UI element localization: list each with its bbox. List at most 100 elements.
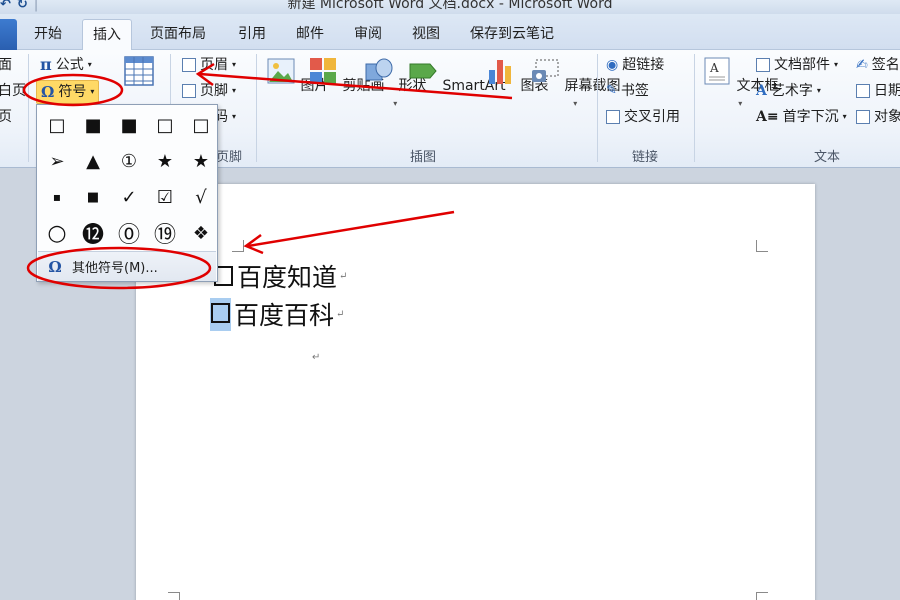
chevron-down-icon: ▾ xyxy=(393,99,398,108)
hyperlink-button[interactable]: ◉ 超链接 xyxy=(606,54,664,76)
tab-references[interactable]: 引用 xyxy=(228,19,276,50)
signature-icon: ✍ xyxy=(856,57,868,73)
group-separator xyxy=(256,54,257,162)
date-time-button[interactable]: 日期 xyxy=(856,80,900,102)
document-page[interactable]: 百度知道 ↵ 百度百科 ↵ ↵ xyxy=(136,184,815,600)
blank-page-partial[interactable]: 白页 xyxy=(0,80,26,102)
tab-insert[interactable]: 插入 xyxy=(82,19,132,51)
formula-label: 公式 xyxy=(55,57,84,73)
paragraph-mark: ↵ xyxy=(336,308,345,320)
ribbon-tab-row: 开始 插入 页面布局 引用 邮件 审阅 视图 保存到云笔记 xyxy=(0,14,900,51)
tab-page-layout[interactable]: 页面布局 xyxy=(140,19,216,50)
links-group-label: 链接 xyxy=(632,150,659,165)
table-icon xyxy=(124,56,154,86)
signature-line-button[interactable]: ✍ 签名 xyxy=(856,54,900,76)
formula-button[interactable]: π 公式 ▾ xyxy=(40,54,92,76)
page-break-partial[interactable]: 页 xyxy=(0,106,12,128)
group-separator xyxy=(28,54,29,162)
symbol-cell[interactable]: ⓪ xyxy=(111,215,147,251)
chart-icon xyxy=(489,60,511,84)
table-button[interactable] xyxy=(124,56,154,94)
chevron-down-icon: ▾ xyxy=(90,87,95,96)
calendar-icon xyxy=(856,84,870,98)
smartart-icon xyxy=(409,63,437,79)
tab-save-to-cloud[interactable]: 保存到云笔记 xyxy=(460,19,564,50)
symbol-cell[interactable]: ▪ xyxy=(39,179,75,215)
tab-mailings[interactable]: 邮件 xyxy=(286,19,334,50)
cross-reference-label: 交叉引用 xyxy=(624,109,680,125)
drop-cap-icon: A≡ xyxy=(756,109,779,125)
paragraph-mark: ↵ xyxy=(312,352,321,363)
drop-cap-button[interactable]: A≡ 首字下沉 ▾ xyxy=(756,106,847,128)
symbol-dropdown: □ ■ ■ □ □ ➢ ▲ ① ★ ★ ▪ ■ ✓ ☑ √ ○ ⓬ ⓪ ⑲ ❖ … xyxy=(36,104,218,282)
quick-parts-label: 文档部件 xyxy=(774,57,830,73)
chevron-down-icon: ▾ xyxy=(232,60,237,69)
symbol-cell[interactable]: ○ xyxy=(39,215,75,251)
quick-parts-button[interactable]: 文档部件 ▾ xyxy=(756,54,838,76)
more-symbols-label: 其他符号(M)... xyxy=(72,261,158,276)
chevron-down-icon: ▾ xyxy=(232,112,237,121)
chevron-down-icon: ▾ xyxy=(232,86,237,95)
chevron-down-icon: ▾ xyxy=(816,86,821,95)
footer-icon xyxy=(182,84,196,98)
tab-view[interactable]: 视图 xyxy=(402,19,450,50)
wordart-icon: A xyxy=(756,83,767,99)
symbol-cell[interactable]: ① xyxy=(111,143,147,179)
cover-page-partial[interactable]: 面 xyxy=(0,54,12,76)
hyperlink-label: 超链接 xyxy=(622,57,665,73)
object-button[interactable]: 对象 xyxy=(856,106,900,128)
symbol-cell[interactable]: ✓ xyxy=(111,179,147,215)
symbol-cell[interactable]: ■ xyxy=(111,107,147,143)
cross-reference-button[interactable]: 交叉引用 xyxy=(606,106,680,128)
signature-label: 签名 xyxy=(871,57,900,73)
checkbox-symbol-selected xyxy=(211,302,230,323)
symbol-cell[interactable]: ❖ xyxy=(183,215,219,251)
object-label: 对象 xyxy=(874,109,900,125)
bookmark-icon: ✎ xyxy=(606,83,617,98)
margin-mark-bottom-right xyxy=(756,592,768,600)
title-bar: ↶ ↻ | 新建 Microsoft Word 文档.docx - Micros… xyxy=(0,0,900,14)
omega-icon: Ω xyxy=(41,83,55,101)
symbol-cell[interactable]: ☑ xyxy=(147,179,183,215)
symbol-cell[interactable]: □ xyxy=(183,107,219,143)
header-icon xyxy=(182,58,196,72)
symbol-cell[interactable]: □ xyxy=(147,107,183,143)
paragraph-mark: ↵ xyxy=(339,270,348,282)
chevron-down-icon: ▾ xyxy=(834,60,839,69)
bookmark-button[interactable]: ✎ 书签 xyxy=(606,80,649,102)
symbol-cell[interactable]: ■ xyxy=(75,107,111,143)
window-title: 新建 Microsoft Word 文档.docx - Microsoft Wo… xyxy=(287,0,613,12)
footer-label: 页脚 xyxy=(200,83,228,99)
wordart-button[interactable]: A 艺术字 ▾ xyxy=(756,80,821,102)
svg-text:A: A xyxy=(709,61,719,75)
bookmark-label: 书签 xyxy=(620,83,649,99)
symbol-cell[interactable]: √ xyxy=(183,179,219,215)
symbol-cell[interactable]: ★ xyxy=(147,143,183,179)
symbol-cell[interactable]: ⑲ xyxy=(147,215,183,251)
document-line-1[interactable]: 百度知道 ↵ xyxy=(214,258,347,294)
footer-button[interactable]: 页脚 ▾ xyxy=(182,80,236,102)
symbol-cell[interactable]: ▲ xyxy=(75,143,111,179)
header-label: 页眉 xyxy=(200,57,228,73)
file-tab[interactable] xyxy=(0,19,17,50)
header-button[interactable]: 页眉 ▾ xyxy=(182,54,236,76)
tab-home[interactable]: 开始 xyxy=(24,19,72,50)
tab-review[interactable]: 审阅 xyxy=(344,19,392,50)
symbol-label: 符号 xyxy=(58,84,87,100)
symbol-cell[interactable]: ⓬ xyxy=(75,215,111,251)
symbol-cell[interactable]: □ xyxy=(39,107,75,143)
line-2-text: 百度百科 xyxy=(234,301,335,330)
pi-icon: π xyxy=(40,55,52,74)
group-separator xyxy=(597,54,598,162)
shapes-icon xyxy=(365,58,393,81)
symbol-cell[interactable]: ★ xyxy=(183,143,219,179)
margin-mark-bottom-left xyxy=(168,592,180,600)
symbol-cell[interactable]: ■ xyxy=(75,179,111,215)
more-symbols-button[interactable]: Ω 其他符号(M)... xyxy=(38,251,216,281)
text-group-label: 文本 xyxy=(814,150,841,165)
object-icon xyxy=(856,110,870,124)
document-line-2[interactable]: 百度百科 ↵ xyxy=(210,296,344,332)
symbol-button[interactable]: Ω 符号 ▾ xyxy=(36,80,100,104)
symbol-cell[interactable]: ➢ xyxy=(39,143,75,179)
illustrations-group-label: 插图 xyxy=(410,150,437,165)
